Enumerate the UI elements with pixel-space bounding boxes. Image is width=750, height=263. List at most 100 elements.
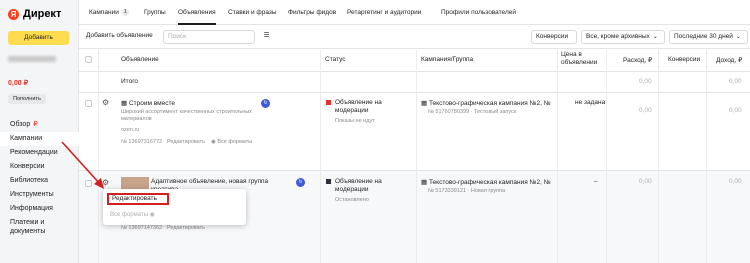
search-input[interactable]: Поиск bbox=[163, 30, 255, 44]
ad-title[interactable]: ▦ Строим вместе bbox=[121, 99, 175, 107]
ad-badge-icon[interactable]: ↻ bbox=[261, 99, 270, 108]
annotation-arrow bbox=[61, 141, 104, 189]
table-divider bbox=[79, 71, 750, 72]
topup-button[interactable]: Пополнить bbox=[8, 94, 46, 104]
sidebar-item-payments[interactable]: Платежи и документы bbox=[0, 216, 79, 238]
ad-description: материалов bbox=[121, 116, 152, 122]
header-ad[interactable]: Объявление bbox=[121, 56, 159, 63]
sidebar-item-label: Конверсии bbox=[10, 163, 45, 170]
total-spend: 0,00 bbox=[639, 78, 652, 85]
income-value: 0,00 bbox=[729, 107, 742, 114]
sidebar-item-info[interactable]: Информация bbox=[0, 202, 79, 216]
tab-label: Профили пользователей bbox=[441, 9, 516, 16]
status-square-icon bbox=[326, 99, 331, 105]
tab-label: Объявления bbox=[178, 9, 216, 16]
campaign-link[interactable]: ▦ Текстово-графическая кампания №2, № bbox=[421, 99, 551, 107]
spend-value: 0,00 bbox=[639, 178, 652, 185]
price-value: не задана bbox=[575, 99, 606, 106]
sidebar-item-label: Платежи и документы bbox=[10, 219, 46, 235]
ad-domain: ozen.ru bbox=[121, 127, 140, 133]
status-text: Объявление на bbox=[326, 99, 382, 106]
all-formats-link[interactable]: ◉ Все форматы bbox=[211, 139, 252, 145]
status-filter-value: Все, кроме архивных bbox=[586, 33, 650, 40]
sidebar-item-label: Кампании bbox=[10, 135, 43, 142]
column-divider bbox=[706, 48, 707, 263]
table-divider bbox=[79, 92, 750, 93]
header-income[interactable]: Доход, ₽ bbox=[716, 56, 742, 64]
campaign-type-icon: ▦ bbox=[421, 100, 429, 107]
tab-user-profiles[interactable]: Профили пользователей bbox=[441, 0, 516, 25]
ad-id: № 13697147362 bbox=[121, 225, 163, 231]
ad-description: Широкий ассортимент качественных строите… bbox=[121, 109, 252, 115]
spend-value: 0,00 bbox=[639, 107, 652, 114]
tab-feed-filters[interactable]: Фильтры фидов bbox=[288, 0, 336, 25]
tab-bar: Кампании 1 Группы Объявления Ставки и фра… bbox=[79, 0, 750, 25]
status-line: Объявление на bbox=[335, 178, 382, 185]
status-text: Объявление на bbox=[326, 178, 382, 185]
status-filter-select[interactable]: Все, кроме архивных ⌄ bbox=[581, 30, 665, 44]
income-value: 0,00 bbox=[729, 178, 742, 185]
logo-text: Директ bbox=[23, 8, 62, 20]
header-status[interactable]: Статус bbox=[325, 56, 346, 63]
status-sub: Показы не идут bbox=[335, 118, 375, 124]
campaign-link[interactable]: ▦ Текстово-графическая кампания №2, № bbox=[421, 178, 551, 186]
add-button[interactable]: Добавить bbox=[8, 31, 69, 45]
eye-icon: ◉ bbox=[148, 212, 155, 218]
ad-badge-icon[interactable]: ↻ bbox=[296, 178, 305, 187]
add-ad-button[interactable]: Добавить объявление bbox=[82, 30, 161, 44]
select-all-checkbox[interactable] bbox=[85, 56, 92, 63]
row-checkbox[interactable] bbox=[85, 100, 92, 107]
header-campaign[interactable]: Кампания/Группа bbox=[421, 56, 473, 63]
table-divider bbox=[79, 170, 750, 171]
menu-all-formats-item: Все форматы ◉ bbox=[110, 211, 155, 218]
settings-sliders-icon[interactable]: ☰ bbox=[259, 30, 274, 44]
campaign-name: Текстово-графическая кампания №2, № bbox=[428, 179, 551, 186]
gear-icon[interactable]: ⚙ bbox=[102, 98, 109, 107]
campaign-sub: № 5173339121 · Новая группа bbox=[428, 188, 506, 194]
total-income: 0,00 bbox=[729, 78, 742, 85]
tab-label: Группы bbox=[144, 9, 166, 16]
column-divider bbox=[658, 48, 659, 263]
tab-bids-phrases[interactable]: Ставки и фразы bbox=[228, 0, 277, 25]
tab-ads[interactable]: Объявления bbox=[178, 0, 216, 25]
conversions-button[interactable]: Конверсии bbox=[531, 30, 577, 44]
tab-groups[interactable]: Группы bbox=[144, 0, 166, 25]
column-divider bbox=[606, 48, 607, 263]
tab-label: Кампании bbox=[89, 9, 119, 16]
tab-label: Ставки и фразы bbox=[228, 9, 277, 16]
status-square-icon bbox=[326, 178, 331, 184]
logo[interactable]: Я Директ bbox=[8, 8, 61, 20]
status-sub: Остановлено bbox=[335, 197, 369, 203]
tab-campaigns[interactable]: Кампании 1 bbox=[89, 0, 129, 25]
column-divider bbox=[320, 48, 321, 263]
menu-edit-item[interactable]: Редактировать bbox=[107, 193, 169, 205]
header-conversions[interactable]: Конверсии bbox=[668, 56, 700, 63]
campaign-name: Текстово-графическая кампания №2, № bbox=[428, 100, 551, 107]
table-divider bbox=[79, 48, 750, 49]
sidebar-item-label: Библиотека bbox=[10, 177, 49, 184]
status-line: модерации bbox=[335, 107, 369, 114]
total-label: Итого bbox=[121, 78, 139, 85]
sidebar-item-overview[interactable]: Обзор ₽ bbox=[0, 118, 79, 132]
header-price[interactable]: Цена в объявлении bbox=[561, 51, 601, 67]
ad-title[interactable]: Адаптивное объявление, новая группа bbox=[151, 178, 268, 185]
tab-count-badge: 1 bbox=[121, 8, 129, 16]
yandex-logo-icon: Я bbox=[8, 8, 19, 20]
ad-actions-menu: Редактировать Все форматы ◉ bbox=[103, 189, 246, 225]
status-line: модерации bbox=[335, 186, 369, 193]
edit-link[interactable]: Редактировать bbox=[167, 139, 205, 145]
header-spend[interactable]: Расход, ₽ bbox=[623, 56, 652, 64]
column-divider bbox=[416, 48, 417, 263]
toolbar: Добавить объявление Поиск ☰ Конверсии Вс… bbox=[79, 26, 750, 48]
sidebar-item-label: Информация bbox=[10, 205, 53, 212]
period-select[interactable]: Последние 30 дней ⌄ bbox=[669, 30, 748, 44]
chevron-down-icon: ⌄ bbox=[735, 34, 741, 40]
edit-link[interactable]: Редактировать bbox=[167, 225, 205, 231]
all-formats-text: Все форматы bbox=[217, 139, 253, 145]
account-login bbox=[8, 56, 56, 62]
tab-retargeting[interactable]: Ретаргетинг и аудитории bbox=[347, 0, 421, 25]
ad-id: № 13697316772 bbox=[121, 139, 163, 145]
ad-title-text: Строим вместе bbox=[128, 100, 175, 107]
tab-label: Ретаргетинг и аудитории bbox=[347, 9, 422, 16]
ad-type-icon: ▦ bbox=[121, 100, 129, 107]
